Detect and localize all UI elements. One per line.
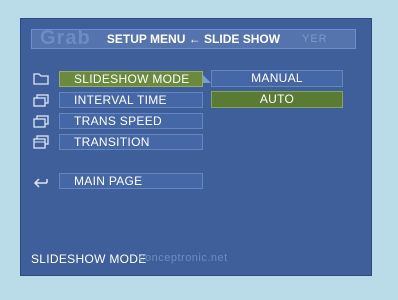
selection-pointer-icon (203, 75, 211, 83)
menu-title: SETUP MENU ← SLIDE SHOW (106, 32, 281, 46)
menu-item-main-page[interactable]: MAIN PAGE (59, 173, 203, 189)
trans-speed-icon (31, 113, 51, 129)
menu-header: Grab YER SETUP MENU ← SLIDE SHOW (31, 27, 356, 49)
footer-watermark: conceptronic.net (139, 252, 228, 264)
return-arrow-icon (31, 173, 51, 189)
interval-time-icon (31, 92, 51, 108)
status-bar: SLIDESHOW MODE conceptronic.net (31, 251, 356, 269)
option-auto[interactable]: AUTO (211, 91, 343, 108)
slideshow-mode-icon (31, 71, 51, 87)
menu-item-trans-speed[interactable]: TRANS SPEED (59, 113, 203, 129)
menu-item-transition[interactable]: TRANSITION (59, 134, 203, 150)
transition-icon (31, 134, 51, 150)
menu-item-interval-time[interactable]: INTERVAL TIME (59, 92, 203, 108)
osd-screen: Grab YER SETUP MENU ← SLIDE SHOW SLIDESH… (20, 18, 372, 276)
menu-item-slideshow-mode[interactable]: SLIDESHOW MODE (59, 71, 203, 87)
option-manual[interactable]: MANUAL (211, 70, 343, 87)
status-text: SLIDESHOW MODE (31, 252, 147, 266)
